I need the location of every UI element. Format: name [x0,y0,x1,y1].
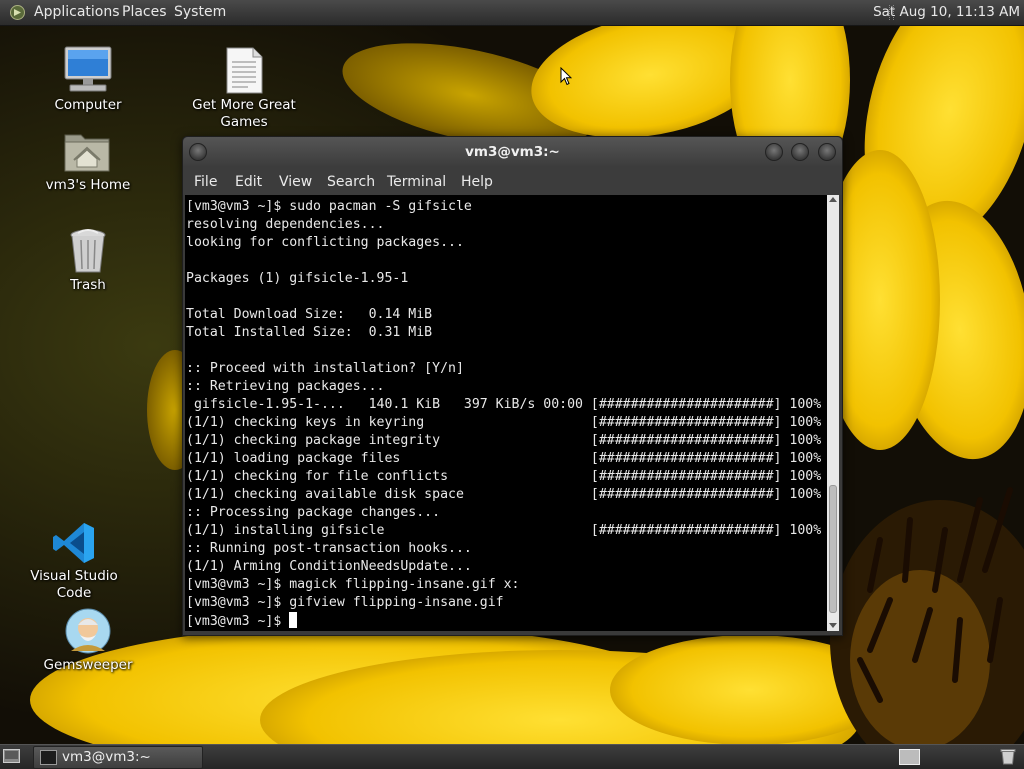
terminal-line: (1/1) checking keys in keyring [########… [186,415,822,430]
applications-menu-icon[interactable] [9,4,26,21]
computer-icon [64,46,112,92]
home-folder-icon [64,134,110,172]
terminal-line: Total Installed Size: 0.31 MiB [186,325,433,340]
document-icon [226,47,263,94]
terminal-line: (1/1) Arming ConditionNeedsUpdate... [186,559,472,574]
maximize-button[interactable] [791,143,809,161]
top-panel: Applications Places System Sat Aug 10, 1… [0,0,1024,26]
trash-applet-icon[interactable] [1000,748,1016,765]
desktop-icon-computer[interactable]: Computer [33,45,143,114]
terminal-line: Total Download Size: 0.14 MiB [186,307,433,322]
terminal-line: :: Retrieving packages... [186,379,385,394]
menu-view[interactable]: View [279,167,312,195]
terminal-line: (1/1) checking available disk space [###… [186,487,822,502]
vscode-icon [53,523,94,563]
desktop-icon-label: Computer [54,97,122,113]
window-title: vm3@vm3:~ [465,144,560,160]
scrollbar-thumb[interactable] [829,485,837,613]
workspace-switcher[interactable] [899,749,920,765]
terminal-line: (1/1) checking package integrity [######… [186,433,822,448]
system-menu[interactable]: System [174,0,226,25]
terminal-line: (1/1) checking for file conflicts [#####… [186,469,822,484]
close-button[interactable] [818,143,836,161]
taskbar-item-terminal[interactable]: vm3@vm3:~ [33,746,203,769]
text-cursor [289,612,298,628]
terminal-line: gifsicle-1.95-1-... 140.1 KiB 397 KiB/s … [186,397,822,412]
terminal-line: :: Running post-transaction hooks... [186,541,472,556]
desktop-icon-label: Get More Great Games [192,97,296,130]
desktop-icon-label: Visual Studio Code [30,568,118,601]
terminal-line: [vm3@vm3 ~]$ sudo pacman -S gifsicle [186,199,472,214]
desktop-icon-gemsweeper[interactable]: Gemsweeper [33,607,143,674]
mouse-pointer-icon [560,67,572,86]
terminal-menubar: File Edit View Search Terminal Help [183,167,842,195]
show-desktop-icon[interactable] [3,749,20,763]
desktop-icon-home[interactable]: vm3's Home [33,127,143,194]
clock[interactable]: Sat Aug 10, 11:13 AM [873,0,1020,25]
terminal-icon [40,750,57,765]
trash-icon [70,229,106,273]
terminal-prompt-line[interactable]: [vm3@vm3 ~]$ [186,612,821,630]
terminal-line: :: Proceed with installation? [Y/n] [186,361,464,376]
terminal-line: :: Processing package changes... [186,505,441,520]
terminal-line: looking for conflicting packages... [186,235,464,250]
scroll-down-arrow-icon[interactable] [829,623,837,628]
terminal-line: (1/1) installing gifsicle [#############… [186,523,822,538]
terminal-scrollbar[interactable] [827,195,839,631]
terminal-window[interactable]: vm3@vm3:~ File Edit View Search Terminal… [182,136,843,636]
desktop-icon-label: Trash [70,277,106,293]
menu-help[interactable]: Help [461,167,493,195]
bottom-panel: vm3@vm3:~ [0,744,1024,769]
gemsweeper-icon [65,608,111,654]
desktop-icon-trash[interactable]: Trash [33,227,143,294]
terminal-line: Packages (1) gifsicle-1.95-1 [186,271,409,286]
applications-menu[interactable]: Applications [34,0,120,25]
terminal-line: resolving dependencies... [186,217,385,232]
scroll-up-arrow-icon[interactable] [829,197,837,202]
terminal-line: [vm3@vm3 ~]$ magick flipping-insane.gif … [186,577,520,592]
desktop-icon-label: vm3's Home [45,177,131,193]
places-menu[interactable]: Places [122,0,167,25]
terminal-line: (1/1) loading package files [###########… [186,451,822,466]
terminal-line: [vm3@vm3 ~]$ gifview flipping-insane.gif [186,595,504,610]
taskbar-item-label: vm3@vm3:~ [62,749,151,765]
desktop-icon-label: Gemsweeper [43,657,133,673]
desktop-icon-vscode[interactable]: Visual Studio Code [19,520,129,602]
minimize-button[interactable] [765,143,783,161]
menu-edit[interactable]: Edit [235,167,262,195]
terminal-prompt: [vm3@vm3 ~]$ [186,614,290,629]
window-titlebar[interactable]: vm3@vm3:~ [183,137,842,167]
desktop-icon-get-more-games[interactable]: Get More Great Games [189,45,299,131]
menu-terminal[interactable]: Terminal [387,167,446,195]
menu-search[interactable]: Search [327,167,375,195]
terminal-output[interactable]: [vm3@vm3 ~]$ sudo pacman -S gifsicle res… [185,195,827,631]
menu-file[interactable]: File [194,167,217,195]
